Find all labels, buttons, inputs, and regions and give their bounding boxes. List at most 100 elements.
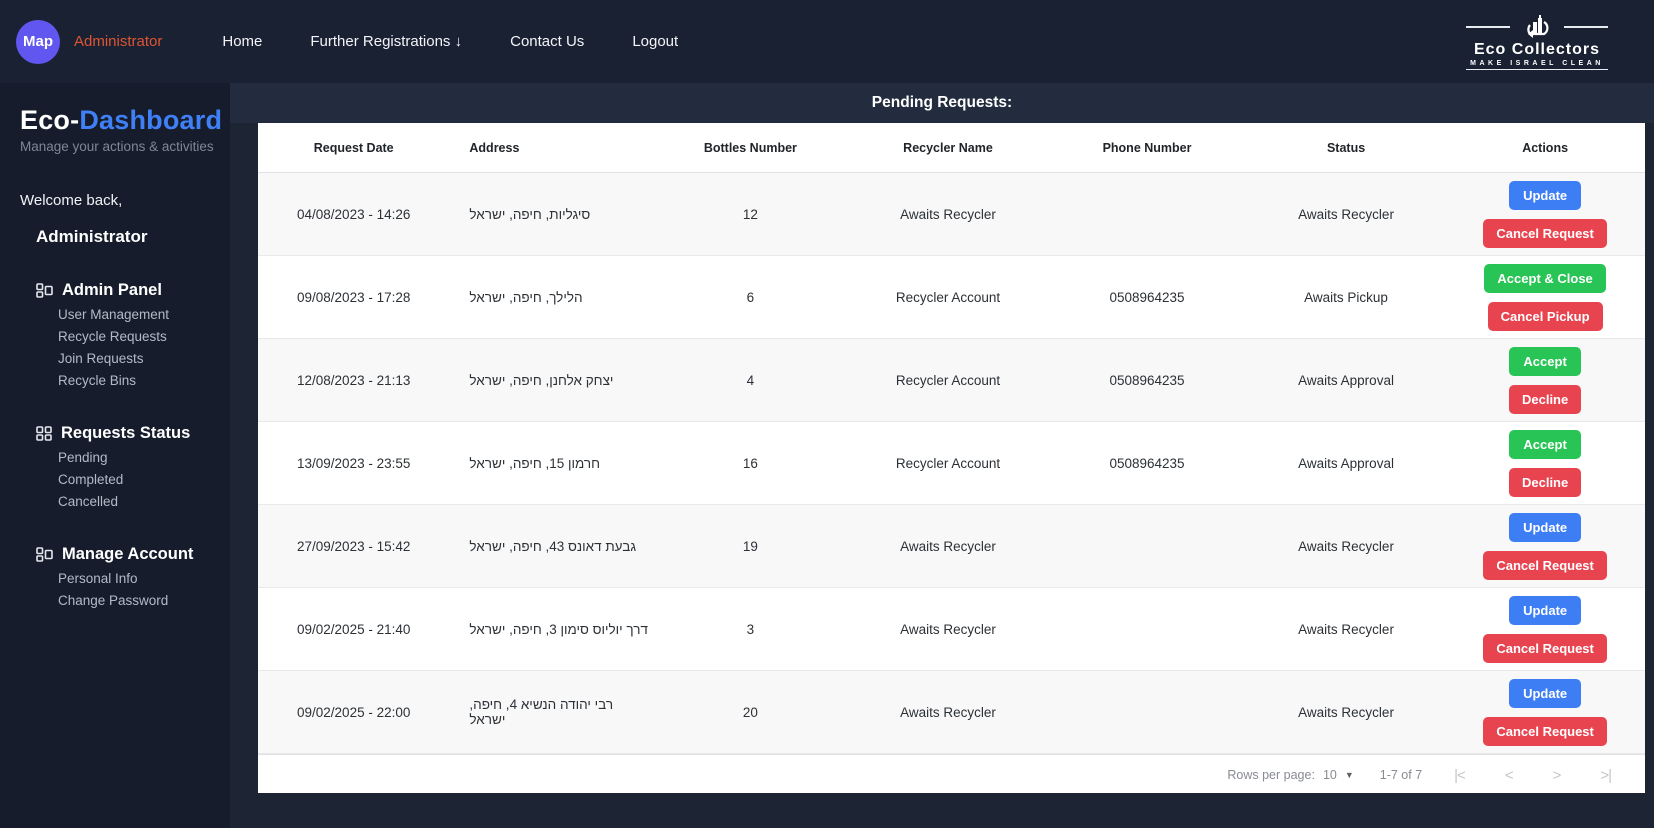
cell-request-date: 27/09/2023 - 15:42 (297, 538, 411, 554)
table-row: 27/09/2023 - 15:42 גבעת דאונס 43, חיפה, … (258, 505, 1645, 588)
sidebar: Eco-Dashboard Manage your actions & acti… (0, 83, 230, 828)
recycle-bottles-icon (1527, 14, 1549, 38)
logo-title: Eco Collectors (1473, 40, 1601, 58)
cell-actions: Update Cancel Request (1445, 512, 1645, 580)
pending-requests-table: Request Date Address Bottles Number Recy… (258, 123, 1645, 793)
sidebar-section-manage-account-header[interactable]: Manage Account (36, 545, 230, 564)
next-page-icon[interactable]: > (1553, 767, 1562, 784)
table-row: 09/02/2025 - 21:40 דרך יוליוס סימון 3, ח… (258, 588, 1645, 671)
cell-recycler-name: Recycler Account (895, 455, 1001, 471)
cell-phone-number: 0508964235 (1109, 372, 1185, 388)
table-row: 13/09/2023 - 23:55 חרמון 15, חיפה, ישראל… (258, 422, 1645, 505)
cell-bottles-number: 19 (742, 538, 758, 554)
manage-account-icon (36, 547, 53, 562)
map-brand-button[interactable]: Map (16, 19, 60, 64)
col-header-recycler-name: Recycler Name (903, 140, 993, 155)
cell-recycler-name: Awaits Recycler (900, 704, 996, 720)
cell-bottles-number: 6 (746, 289, 755, 305)
sidebar-section-requests-status-header[interactable]: Requests Status (36, 424, 230, 443)
accept-and-close-button[interactable]: Accept & Close (1484, 263, 1606, 293)
col-header-bottles-number: Bottles Number (703, 140, 797, 155)
pagination-range: 1-7 of 7 (1379, 768, 1423, 782)
sidebar-item-cancelled[interactable]: Cancelled (58, 493, 230, 511)
cell-status: Awaits Pickup (1304, 289, 1388, 305)
col-header-status: Status (1326, 140, 1366, 155)
page-title: Pending Requests: (871, 94, 1013, 111)
cell-actions: Update Cancel Request (1445, 678, 1645, 746)
nav-links: Home Further Registrations ↓ Contact Us … (222, 33, 678, 50)
cancel-pickup-button[interactable]: Cancel Pickup (1487, 301, 1603, 331)
welcome-text: Welcome back, (20, 192, 123, 209)
nav-link-further-registrations[interactable]: Further Registrations ↓ (310, 33, 462, 50)
table-row: 04/08/2023 - 14:26 סיגליות, חיפה, ישראל … (258, 173, 1645, 256)
update-button[interactable]: Update (1509, 678, 1582, 708)
accept-button[interactable]: Accept (1509, 346, 1582, 376)
requests-status-icon (36, 426, 52, 441)
sidebar-item-user-management[interactable]: User Management (58, 306, 230, 324)
sidebar-item-personal-info[interactable]: Personal Info (58, 570, 230, 588)
cell-recycler-name: Awaits Recycler (900, 621, 996, 637)
sidebar-section-requests-status: Requests Status Pending Completed Cancel… (20, 424, 230, 511)
first-page-icon[interactable]: |< (1454, 767, 1466, 784)
cell-bottles-number: 16 (742, 455, 758, 471)
cancel-request-button[interactable]: Cancel Request (1483, 550, 1607, 580)
cancel-request-button[interactable]: Cancel Request (1483, 716, 1607, 746)
cell-status: Awaits Approval (1298, 455, 1394, 471)
cancel-request-button[interactable]: Cancel Request (1483, 633, 1607, 663)
page-header-bar: Pending Requests: (230, 83, 1654, 123)
cell-actions: Accept & Close Cancel Pickup (1445, 263, 1645, 331)
cell-status: Awaits Recycler (1298, 538, 1394, 554)
logo-line-left (1466, 25, 1510, 28)
accept-button[interactable]: Accept (1509, 429, 1582, 459)
rows-per-page-label: Rows per page: (1227, 768, 1315, 782)
decline-button[interactable]: Decline (1508, 384, 1582, 414)
update-button[interactable]: Update (1509, 180, 1582, 210)
nav-link-logout[interactable]: Logout (632, 33, 678, 50)
cell-address: הלילך, חיפה, ישראל (469, 289, 583, 305)
sidebar-item-recycle-bins[interactable]: Recycle Bins (58, 372, 230, 390)
sidebar-title: Eco-Dashboard (20, 105, 223, 135)
col-header-phone-number: Phone Number (1102, 140, 1192, 155)
col-header-address: Address (469, 140, 520, 155)
sidebar-item-completed[interactable]: Completed (58, 471, 230, 489)
rows-per-page-select[interactable]: Rows per page: 10 ▼ (1227, 768, 1353, 782)
previous-page-icon[interactable]: < (1505, 767, 1514, 784)
decline-button[interactable]: Decline (1508, 467, 1582, 497)
sidebar-subtitle: Manage your actions & activities (20, 139, 214, 154)
sidebar-item-recycle-requests[interactable]: Recycle Requests (58, 328, 230, 346)
welcome-username: Administrator (36, 227, 148, 246)
cell-phone-number: 0508964235 (1109, 455, 1185, 471)
sidebar-title-accent: Dashboard (79, 105, 223, 135)
update-button[interactable]: Update (1509, 512, 1582, 542)
cancel-request-button[interactable]: Cancel Request (1483, 218, 1607, 248)
sidebar-item-pending[interactable]: Pending (58, 449, 230, 467)
cell-request-date: 04/08/2023 - 14:26 (297, 206, 411, 222)
cell-status: Awaits Recycler (1298, 621, 1394, 637)
table-row: 09/02/2025 - 22:00 רבי יהודה הנשיא 4, חי… (258, 671, 1645, 754)
sidebar-item-change-password[interactable]: Change Password (58, 592, 230, 610)
cell-request-date: 13/09/2023 - 23:55 (297, 455, 411, 471)
cell-actions: Accept Decline (1445, 346, 1645, 414)
cell-status: Awaits Recycler (1298, 206, 1394, 222)
eco-collectors-logo: Eco Collectors MAKE ISRAEL CLEAN (1466, 14, 1608, 70)
update-button[interactable]: Update (1509, 595, 1582, 625)
nav-link-home[interactable]: Home (222, 33, 262, 50)
cell-address: דרך יוליוס סימון 3, חיפה, ישראל (469, 621, 648, 637)
brand-label: Map (23, 33, 53, 50)
last-page-icon[interactable]: >| (1600, 767, 1612, 784)
section-label: Manage Account (62, 545, 194, 563)
cell-bottles-number: 12 (742, 206, 758, 222)
sidebar-section-admin-panel-header[interactable]: Admin Panel (36, 281, 230, 300)
cell-request-date: 12/08/2023 - 21:13 (297, 372, 411, 388)
nav-link-contact-us[interactable]: Contact Us (510, 33, 584, 50)
table-header-row: Request Date Address Bottles Number Recy… (258, 123, 1645, 173)
sidebar-item-join-requests[interactable]: Join Requests (58, 350, 230, 368)
sidebar-section-manage-account: Manage Account Personal Info Change Pass… (20, 545, 230, 610)
section-label: Requests Status (61, 424, 191, 442)
table-row: 12/08/2023 - 21:13 יצחק אלחנן, חיפה, ישר… (258, 339, 1645, 422)
pagination-controls: |< < > >| (1454, 767, 1612, 784)
cell-bottles-number: 20 (742, 704, 758, 720)
cell-phone-number: 0508964235 (1109, 289, 1185, 305)
col-header-request-date: Request Date (313, 140, 394, 155)
cell-bottles-number: 3 (746, 621, 755, 637)
